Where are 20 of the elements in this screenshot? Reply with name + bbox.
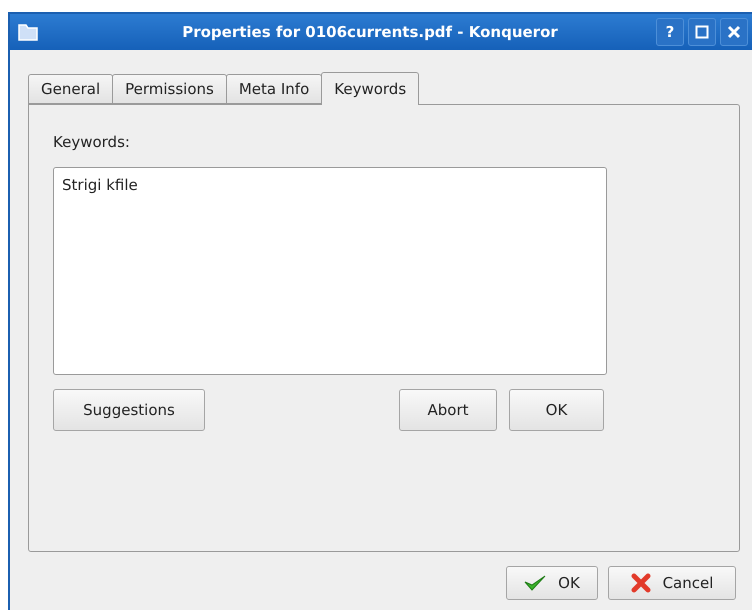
abort-button[interactable]: Abort	[399, 389, 497, 431]
checkmark-icon	[524, 574, 546, 592]
close-icon	[727, 25, 741, 39]
help-button[interactable]: ?	[656, 18, 684, 46]
tab[interactable]: Meta Info	[226, 74, 322, 104]
ok-button[interactable]: OK	[509, 389, 604, 431]
tab[interactable]: General	[28, 74, 114, 104]
maximize-icon	[695, 25, 709, 39]
cancel-button[interactable]: Cancel	[608, 566, 736, 600]
close-button[interactable]	[720, 18, 748, 46]
ok-button[interactable]: OK	[506, 566, 598, 600]
tab[interactable]: Permissions	[112, 74, 227, 104]
field-label: Keywords:	[53, 133, 131, 151]
folder-icon	[18, 23, 38, 41]
tab[interactable]: Keywords	[321, 72, 420, 105]
close-icon	[630, 573, 651, 593]
suggestions-button[interactable]: Suggestions	[53, 389, 205, 431]
keywords-field[interactable]: Strigi kfile	[53, 167, 607, 375]
maximize-button[interactable]	[688, 18, 716, 46]
window-title: Properties for 0106currents.pdf - Konqueror	[181, 23, 559, 41]
